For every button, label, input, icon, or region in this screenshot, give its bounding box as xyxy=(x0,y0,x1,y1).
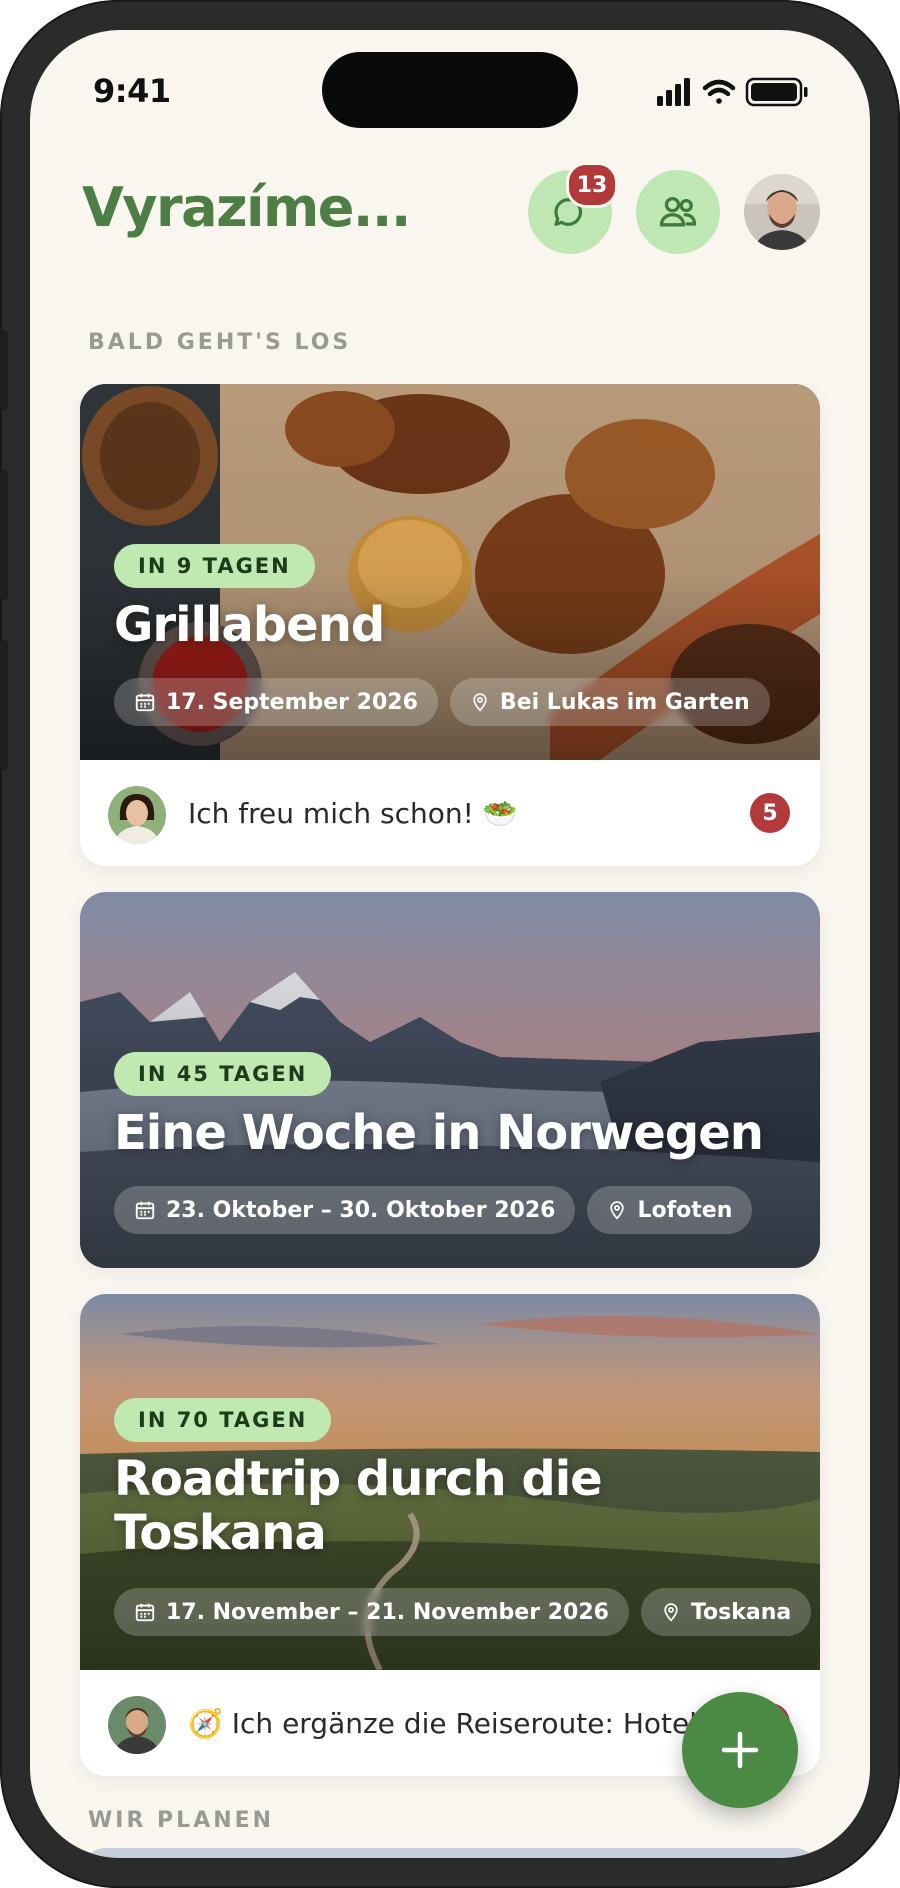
trip-location: Toskana xyxy=(690,1599,792,1625)
volume-up-button xyxy=(0,470,8,600)
trip-date: 17. September 2026 xyxy=(166,689,418,715)
plus-icon xyxy=(721,1731,759,1769)
calendar-icon xyxy=(135,1201,155,1220)
author-photo xyxy=(108,1696,166,1754)
last-message-text: 🧭 Ich ergänze die Reiseroute: Hotel P... xyxy=(188,1706,728,1740)
trip-cover-image: IN 70 TAGEN Roadtrip durch die Toskana 1… xyxy=(80,1294,820,1670)
trip-meta: 17. September 2026 Bei Lukas im Garten xyxy=(114,678,770,726)
section-upcoming: BALD GEHT'S LOS xyxy=(88,330,352,355)
trip-cover-image: IN 9 TAGEN Grillabend 17. September 2026… xyxy=(80,384,820,760)
calendar-icon xyxy=(135,693,155,712)
trip-card-grillabend[interactable]: IN 9 TAGEN Grillabend 17. September 2026… xyxy=(80,384,820,866)
status-time: 9:41 xyxy=(93,72,171,110)
last-message-row[interactable]: Ich freu mich schon! 🥗 5 xyxy=(80,760,820,866)
dynamic-island xyxy=(322,52,578,128)
location-pill: Bei Lukas im Garten xyxy=(449,678,770,726)
action-button xyxy=(0,330,8,410)
location-pin-icon xyxy=(473,693,487,712)
next-card-peek xyxy=(80,1848,820,1858)
date-pill: 17. November – 21. November 2026 xyxy=(114,1588,629,1636)
countdown-pill: IN 9 TAGEN xyxy=(114,544,315,588)
group-icon xyxy=(659,196,697,227)
status-icons xyxy=(657,77,808,107)
trip-date: 23. Oktober – 30. Oktober 2026 xyxy=(166,1197,556,1223)
trip-card-norwegen[interactable]: IN 45 TAGEN Eine Woche in Norwegen 23. O… xyxy=(80,892,820,1268)
message-author-avatar xyxy=(108,1696,166,1754)
date-pill: 17. September 2026 xyxy=(114,678,438,726)
add-trip-button[interactable] xyxy=(682,1692,798,1808)
signal-icon xyxy=(657,78,690,106)
location-pin-icon xyxy=(664,1603,678,1622)
friends-button[interactable] xyxy=(636,170,720,254)
section-planning: WIR PLANEN xyxy=(88,1808,275,1833)
trip-meta: 17. November – 21. November 2026 Toskana xyxy=(114,1588,812,1636)
app-title: Vyrazíme... xyxy=(82,176,411,239)
trip-title: Eine Woche in Norwegen xyxy=(114,1105,764,1161)
countdown-pill: IN 45 TAGEN xyxy=(114,1052,332,1096)
chat-unread-badge: 13 xyxy=(566,162,618,208)
trip-location: Lofoten xyxy=(637,1197,733,1223)
profile-photo xyxy=(744,174,820,250)
calendar-icon xyxy=(135,1603,155,1622)
countdown-pill: IN 70 TAGEN xyxy=(114,1398,332,1442)
date-pill: 23. Oktober – 30. Oktober 2026 xyxy=(114,1186,576,1234)
author-photo xyxy=(108,786,166,844)
volume-down-button xyxy=(0,640,8,770)
battery-icon xyxy=(745,77,808,107)
trip-title-line-2: Toskana xyxy=(114,1505,327,1561)
app-screen: 9:41 Vyrazíme... 13 BALD GEHT'S LOS IN 9… xyxy=(30,30,870,1858)
trip-location: Bei Lukas im Garten xyxy=(499,689,750,715)
unread-count: 5 xyxy=(750,793,790,833)
trip-cover-image: IN 45 TAGEN Eine Woche in Norwegen 23. O… xyxy=(80,892,820,1268)
message-author-avatar xyxy=(108,786,166,844)
trip-date: 17. November – 21. November 2026 xyxy=(166,1599,609,1625)
wifi-icon xyxy=(702,79,736,104)
last-message-text: Ich freu mich schon! 🥗 xyxy=(188,796,518,830)
device-frame: 9:41 Vyrazíme... 13 BALD GEHT'S LOS IN 9… xyxy=(0,0,900,1888)
location-pin-icon xyxy=(610,1201,625,1220)
chat-button[interactable]: 13 xyxy=(528,162,618,254)
trip-meta: 23. Oktober – 30. Oktober 2026 Lofoten xyxy=(114,1186,753,1234)
trip-title: Grillabend xyxy=(114,597,385,653)
location-pill: Lofoten xyxy=(587,1186,753,1234)
location-pill: Toskana xyxy=(640,1588,812,1636)
profile-avatar[interactable] xyxy=(744,174,820,250)
status-bar: 9:41 xyxy=(30,30,870,130)
trip-title-line-1: Roadtrip durch die xyxy=(114,1451,603,1507)
trip-title: Roadtrip durch die Toskana xyxy=(114,1451,603,1561)
